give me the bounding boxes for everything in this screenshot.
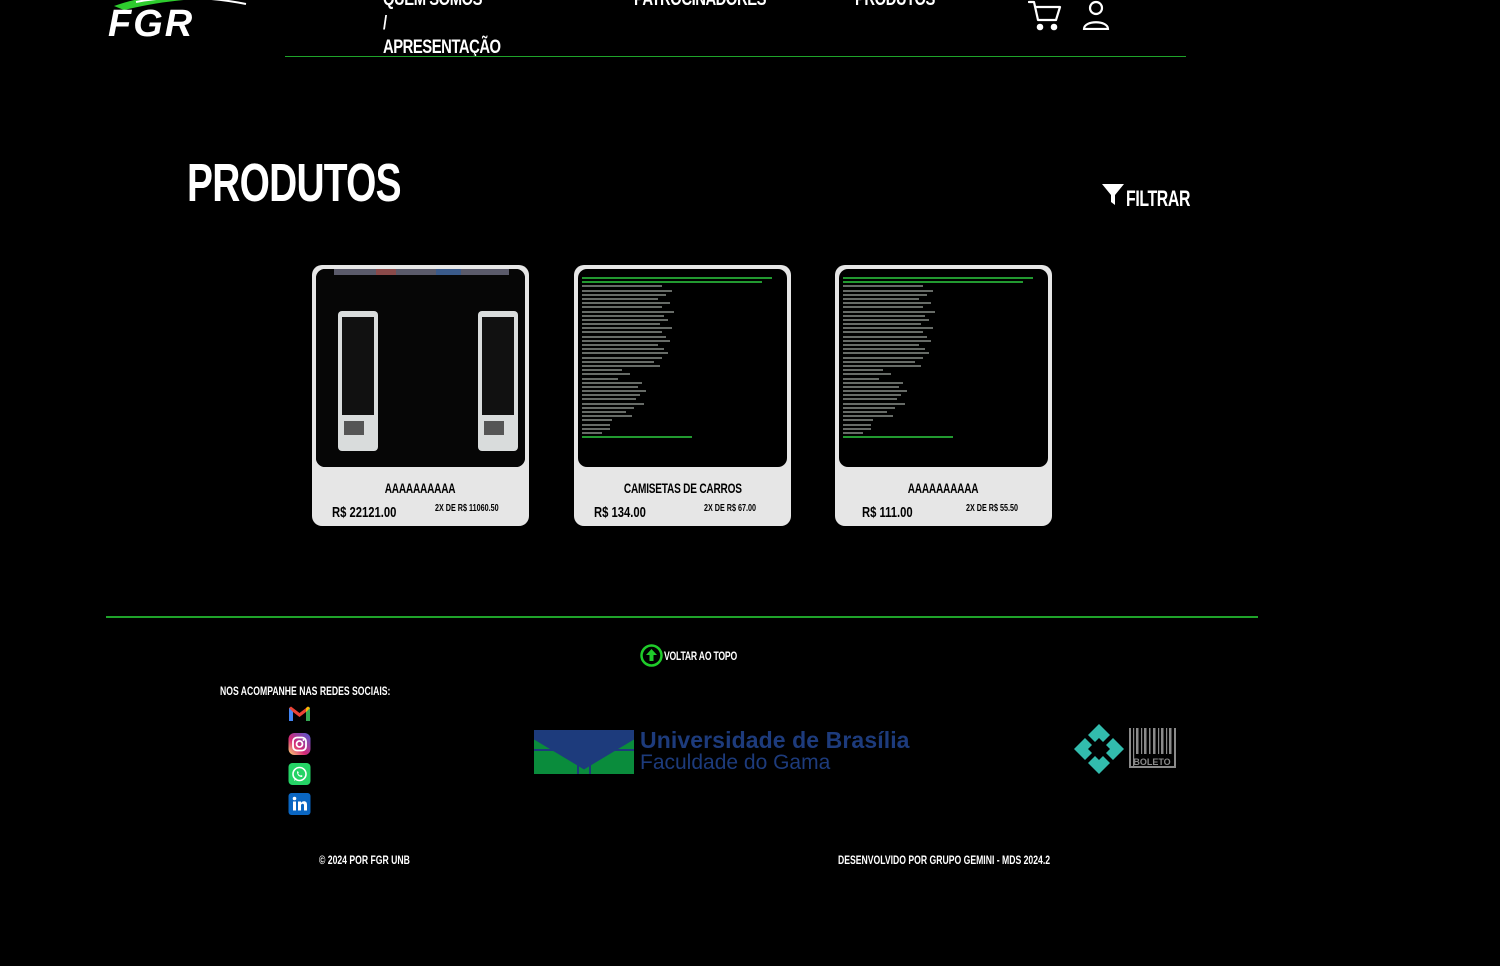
filter-button[interactable]: Filtrar [1101, 178, 1215, 212]
developed-by: Desenvolvido por Grupo Gemini - MDS 2024… [838, 853, 1051, 867]
instagram-icon[interactable] [288, 733, 311, 755]
svg-text:BOLETO: BOLETO [1133, 757, 1170, 767]
copyright: © 2024 por FGR UnB [319, 853, 410, 867]
linkedin-icon[interactable] [288, 793, 311, 815]
product-installments: 2x de R$ 55.50 [966, 503, 1019, 514]
unb-title: Universidade de Brasília [640, 727, 910, 753]
product-image [839, 269, 1048, 467]
user-icon[interactable] [1082, 0, 1110, 31]
payment-methods-logo: BOLETO [1073, 723, 1177, 775]
footer-divider [106, 616, 1258, 618]
gmail-icon[interactable] [288, 703, 311, 725]
header-divider [285, 56, 1186, 57]
back-to-top-button[interactable]: Voltar ao topo [640, 644, 765, 667]
social-title: Nos acompanhe nas redes sociais: [220, 684, 391, 698]
svg-text:FGR: FGR [108, 3, 194, 40]
product-installments: 2x de R$ 67.00 [704, 503, 757, 514]
back-to-top-label: Voltar ao topo [664, 648, 737, 663]
product-price: R$ 134.00 [594, 504, 646, 521]
nav-patrocinadores[interactable]: Patrocinadores [634, 0, 767, 12]
product-installments: 2x de R$ 11060.50 [435, 503, 499, 514]
product-name: Camisetas de carros [623, 480, 742, 496]
fgr-logo[interactable]: FGR [106, 0, 254, 45]
product-card[interactable]: aaaaaaaaaa R$ 22121.00 2x de R$ 11060.50 [312, 265, 529, 526]
product-price: R$ 22121.00 [332, 504, 397, 521]
product-price: R$ 111.00 [862, 504, 913, 521]
unb-subtitle: Faculdade do Gama [640, 751, 831, 774]
nav-quem-somos[interactable]: Quem somos / Apresentação [383, 0, 501, 60]
whatsapp-icon[interactable] [288, 763, 311, 785]
filter-icon [1102, 184, 1124, 205]
barcode-icon: BOLETO [1129, 728, 1176, 768]
product-card[interactable]: aaaaaaaaaa R$ 111.00 2x de R$ 55.50 [835, 265, 1052, 526]
terminal-screenshot [582, 277, 782, 440]
product-image [578, 269, 787, 467]
filter-label: Filtrar [1126, 186, 1191, 211]
page-title: Produtos [187, 153, 402, 213]
product-name: aaaaaaaaaa [385, 480, 456, 496]
terminal-screenshot [843, 277, 1043, 440]
pix-icon [1074, 724, 1124, 774]
product-card[interactable]: Camisetas de carros R$ 134.00 2x de R$ 6… [574, 265, 791, 526]
nav-produtos[interactable]: Produtos [855, 0, 935, 12]
product-name: aaaaaaaaaa [908, 480, 979, 496]
cart-icon[interactable] [1027, 0, 1062, 32]
unb-logo: Universidade de Brasília Faculdade do Ga… [534, 727, 924, 776]
product-image [316, 269, 525, 467]
arrow-up-circle-icon [640, 644, 663, 667]
